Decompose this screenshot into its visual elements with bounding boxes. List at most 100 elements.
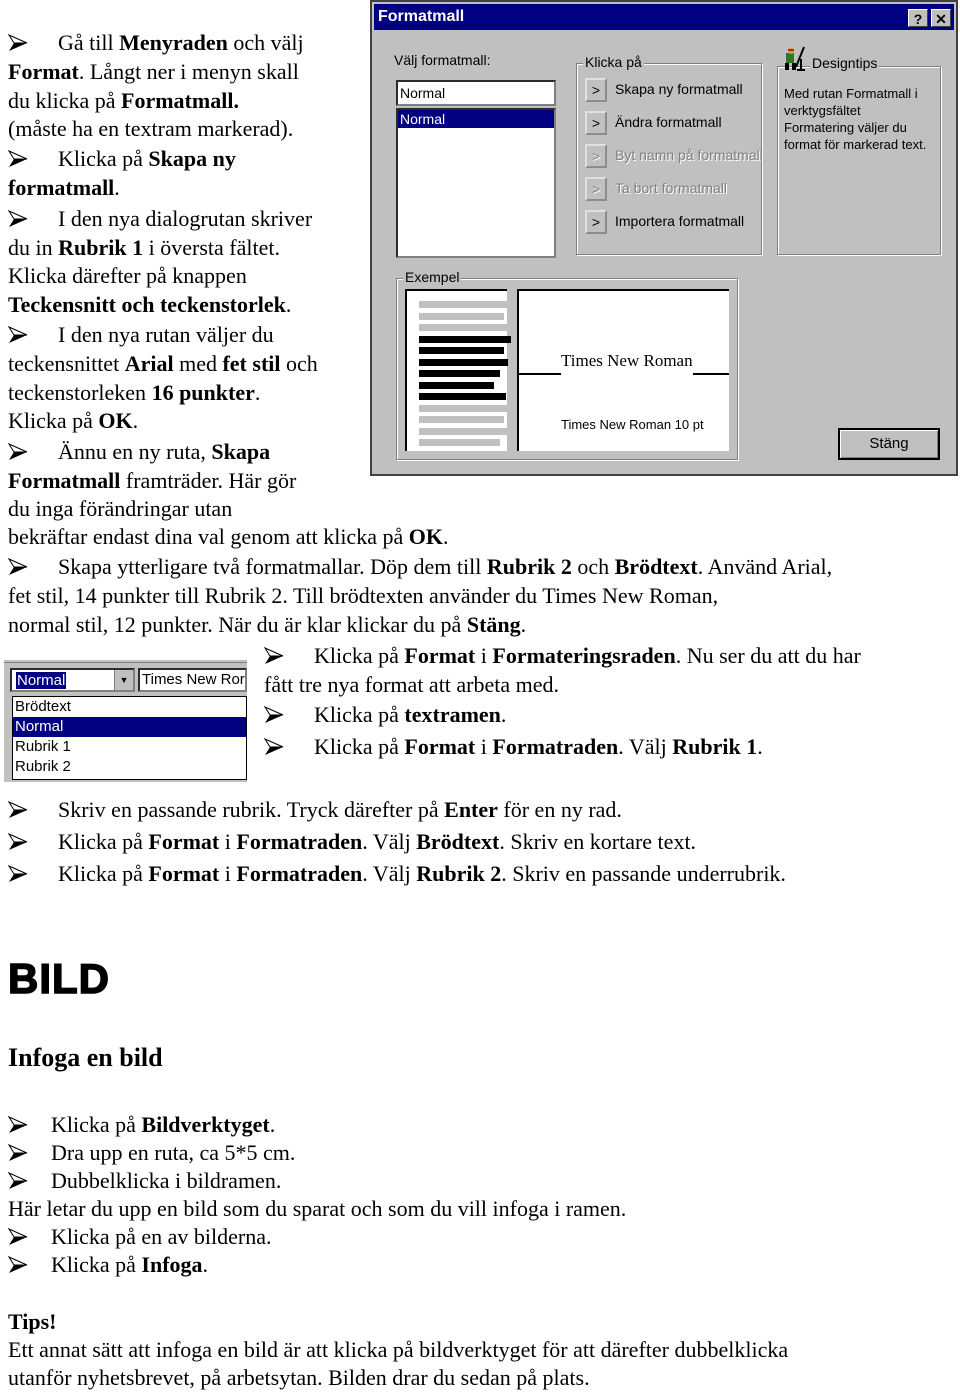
bullet-step: Klicka på textramen. [264,700,506,731]
text-line: Format. Långt ner i menyn skall [8,57,299,86]
text-line: (måste ha en textram markerad). [8,114,293,143]
bold-text: Rubrik 1 [672,734,758,759]
text-line: Klicka därefter på knappen [8,261,247,290]
preview-rule-right [693,373,729,375]
subsection-title: Infoga en bild [8,1043,163,1072]
text-run: . Skriv en kortare text. [499,829,697,854]
bullet-step: Klicka på Infoga. [8,1250,208,1281]
text-run: . [269,1112,276,1137]
arrow-bullet-icon [8,322,58,351]
text-run: för en ny rad. [497,797,622,822]
bold-text: Format [404,643,476,668]
action-arrow-button[interactable]: > [585,210,607,234]
formatmall-dialog: Formatmall ? ✕ Välj formatmall: Normal N… [370,0,958,476]
text-run: Klicka på [314,734,405,759]
text-run: i [219,829,237,854]
action-arrow-button[interactable]: > [585,78,607,102]
text-run: . Välj [362,829,417,854]
bold-text: Skapa ny [148,146,236,171]
action-label[interactable]: Importera formatmall [615,213,744,229]
section-title: BILD [7,954,110,1003]
text-line: du in Rubrik 1 i översta fältet. [8,233,280,262]
action-label[interactable]: Ändra formatmall [615,114,722,130]
text-line: normal stil, 12 punkter. När du är klar … [8,610,526,639]
preview-line-bar [419,358,508,366]
bullet-step: Skapa ytterligare två formatmallar. Döp … [8,552,832,583]
style-option[interactable]: Rubrik 2 [13,757,246,777]
bullet-step: Dubbelklicka i bildramen. [8,1166,281,1197]
style-option[interactable]: Normal [13,717,246,737]
bullet-step: Klicka på Bildverktyget. [8,1110,275,1141]
text-run: . [520,612,527,637]
bold-text: Teckensnitt och teckenstorlek [8,292,286,317]
style-option[interactable]: Rubrik 1 [13,737,246,757]
text-run: Klicka på [51,1112,142,1137]
font-combobox[interactable]: Times New Ror [138,668,247,692]
style-list-item[interactable]: Normal [398,110,554,128]
dialog-title: Formatmall [378,8,465,25]
style-name-input[interactable]: Normal [396,80,556,106]
bold-text: Format [148,861,220,886]
close-button[interactable]: Stäng [838,428,940,460]
style-combobox[interactable]: Normal ▼ [10,668,135,692]
style-option[interactable]: Brödtext [13,697,246,717]
bold-text: Formatraden [236,861,363,886]
arrow-bullet-icon [8,861,58,890]
text-line: fått tre nya format att arbeta med. [264,670,559,699]
action-label[interactable]: Byt namn på formatmall [615,147,763,163]
bold-text: Rubrik 1 [58,235,144,260]
bold-text: Formatmall [8,468,121,493]
text-line: fet stil, 14 punkter till Rubrik 2. Till… [8,581,718,610]
text-line: du inga förändringar utan [8,494,232,523]
action-label[interactable]: Skapa ny formatmall [615,81,743,97]
text-run: . Använd Arial, [697,554,833,579]
arrow-bullet-icon [264,643,314,672]
example-group: Exempel Times New Roman Times New Roman … [396,269,738,460]
bold-text: formatmall [8,175,115,200]
text-run: och [571,554,615,579]
arrow-bullet-icon [8,554,58,583]
text-run: Ännu en ny ruta, [58,439,212,464]
text-line: teckensnittet Arial med fet stil och [8,349,318,378]
text-run: Dra upp en ruta, ca 5*5 cm. [51,1140,296,1165]
bullet-step: Ännu en ny ruta, Skapa [8,437,270,468]
example-legend: Exempel [403,269,462,285]
bold-text: OK [98,408,133,433]
preview-line-bar [419,427,508,435]
bullet-step: Skriv en passande rubrik. Tryck därefter… [8,795,622,826]
tips-text-line: Ett annat sätt att infoga en bild är att… [8,1337,789,1362]
bold-text: 16 punkter [151,380,255,405]
action-arrow-button[interactable]: > [585,177,607,201]
designtips-text: Med rutan Formatmall i verktygsfältet Fo… [784,86,927,152]
bold-text: Skapa [211,439,271,464]
action-arrow-button[interactable]: > [585,111,607,135]
bold-text: Formatmall. [121,88,239,113]
bold-text: fet stil [222,351,281,376]
text-run: . [114,175,120,200]
close-icon[interactable]: ✕ [931,9,951,27]
text-run: fått tre nya format att arbeta med. [264,672,560,697]
action-arrow-button[interactable]: > [585,144,607,168]
text-run: du in [8,235,59,260]
arrow-bullet-icon [8,829,58,858]
actions-group: Klicka på > Skapa ny formatmall > Ändra for… [576,54,763,255]
preview-line-bar [419,312,504,320]
arrow-bullet-icon [8,146,58,175]
bullet-step: Gå till Menyraden och välj [8,28,304,59]
text-run: Klicka därefter på knappen [8,263,247,288]
text-line: Formatmall framträder. Här gör [8,466,296,495]
preview-font-name: Times New Roman [561,351,693,370]
bold-text: Brödtext [614,554,698,579]
style-listbox[interactable]: Normal [396,108,556,258]
text-run: . Långt ner i menyn skall [78,59,299,84]
bold-text: Stäng [466,612,521,637]
text-run: Klicka på [58,146,149,171]
preview-line-bar [419,335,511,343]
action-label[interactable]: Ta bort formatmall [615,180,727,196]
chevron-down-icon[interactable]: ▼ [114,670,133,690]
bold-text: textramen [404,702,501,727]
arrow-bullet-icon [264,734,314,763]
help-button[interactable]: ? [908,9,928,27]
text-run: du inga förändringar utan [8,496,233,521]
text-line: du klicka på Formatmall. [8,86,239,115]
